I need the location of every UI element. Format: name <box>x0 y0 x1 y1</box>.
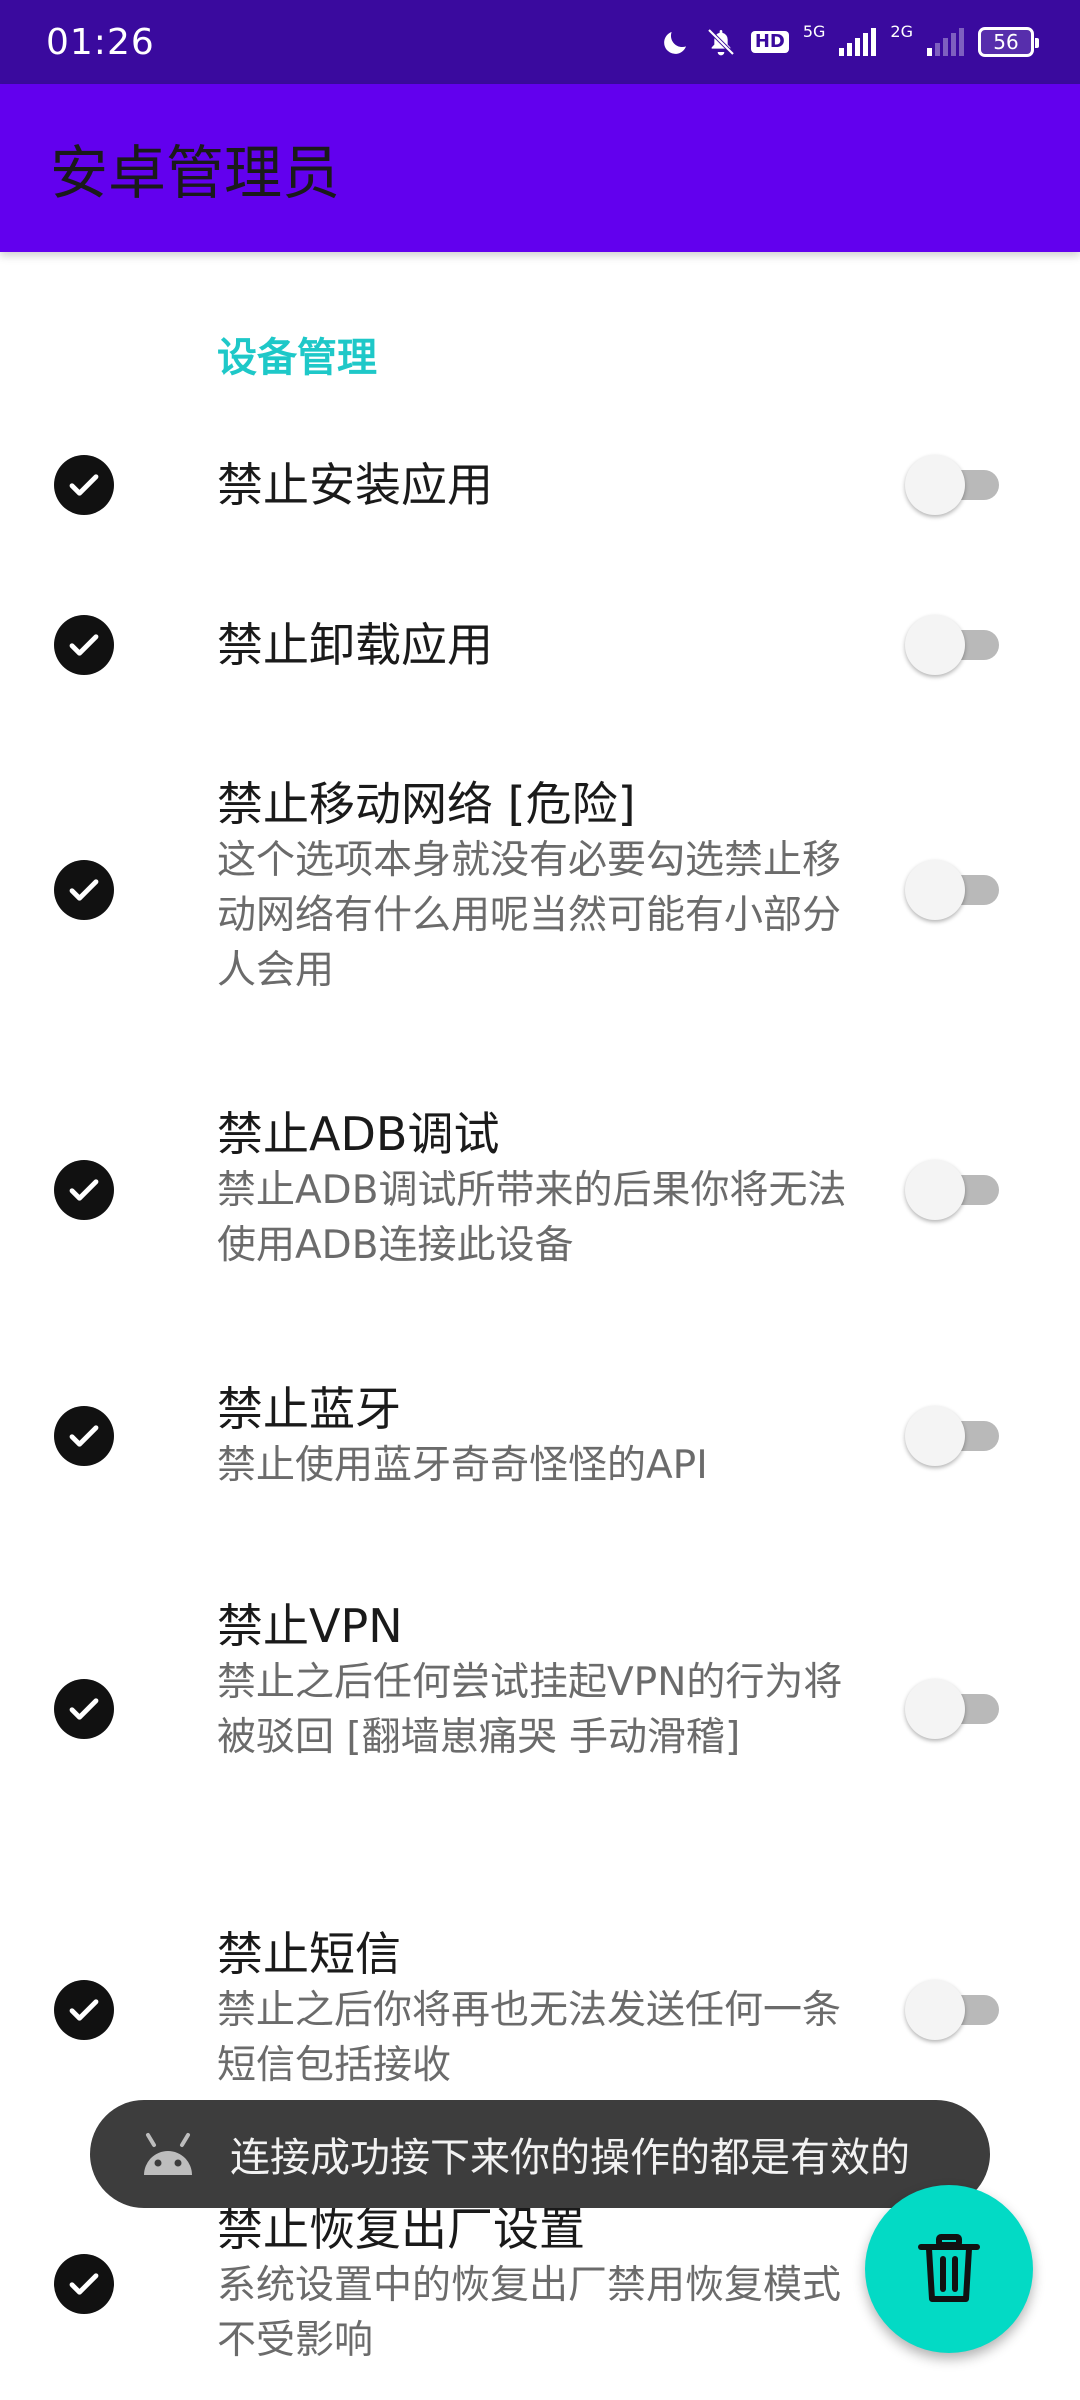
pref-row-vpn[interactable]: 禁止VPN 禁止之后任何尝试挂起VPN的行为将被驳回 [翻墙崽痛哭 手动滑稽] <box>0 1597 1080 1827</box>
pref-title: 禁止蓝牙 <box>217 1382 401 1436</box>
toggle-switch[interactable] <box>905 1978 999 2042</box>
pref-title: 禁止VPN <box>217 1599 403 1653</box>
pref-summary: 系统设置中的恢复出厂禁用恢复模式不受影响 <box>217 2263 842 2363</box>
checkmark-icon <box>54 1406 114 1466</box>
pref-summary: 禁止之后任何尝试挂起VPN的行为将被驳回 [翻墙崽痛哭 手动滑稽] <box>217 1660 843 1760</box>
pref-summary: 禁止ADB调试所带来的后果你将无法使用ADB连接此设备 <box>217 1168 847 1268</box>
pref-summary: 这个选项本身就没有必要勾选禁止移动网络有什么用呢当然可能有小部分人会用 <box>217 838 842 993</box>
toggle-switch[interactable] <box>905 613 999 677</box>
battery-icon: 56 <box>978 27 1039 57</box>
pref-row-sms[interactable]: 禁止短信 禁止之后你将再也无法发送任何一条短信包括接收 <box>0 1925 1080 2100</box>
checkmark-icon <box>54 615 114 675</box>
pref-row-mobile-network[interactable]: 禁止移动网络 [危险] 这个选项本身就没有必要勾选禁止移动网络有什么用呢当然可能… <box>0 775 1080 1005</box>
pref-row-uninstall[interactable]: 禁止卸载应用 <box>0 600 1080 690</box>
section-header: 设备管理 <box>217 335 377 381</box>
status-bar: 01:26 HD 5G 2G 56 <box>0 0 1080 84</box>
checkmark-icon <box>54 1679 114 1739</box>
delete-fab-button[interactable] <box>865 2185 1033 2353</box>
signal-strength-2-icon <box>927 28 964 56</box>
toggle-switch[interactable] <box>905 858 999 922</box>
toggle-switch[interactable] <box>905 1404 999 1468</box>
checkmark-icon <box>54 1980 114 2040</box>
status-icons: HD 5G 2G 56 <box>661 22 1039 58</box>
status-time: 01:26 <box>46 21 155 63</box>
toggle-switch[interactable] <box>905 453 999 517</box>
pref-row-bluetooth[interactable]: 禁止蓝牙 禁止使用蓝牙奇奇怪怪的API <box>0 1380 1080 1500</box>
checkmark-icon <box>54 860 114 920</box>
pref-summary: 禁止之后你将再也无法发送任何一条短信包括接收 <box>217 1988 842 2088</box>
checkmark-icon <box>54 455 114 515</box>
pref-title: 禁止短信 <box>217 1927 401 1981</box>
app-title: 安卓管理员 <box>50 139 341 207</box>
pref-title: 禁止ADB调试 <box>217 1107 500 1161</box>
app-bar: 安卓管理员 <box>0 84 1080 252</box>
hd-badge: HD <box>750 31 789 53</box>
signal-strength-icon <box>839 28 877 56</box>
toast-text: 连接成功接下来你的操作的都是有效的 <box>230 2135 910 2181</box>
pref-row-adb[interactable]: 禁止ADB调试 禁止ADB调试所带来的后果你将无法使用ADB连接此设备 <box>0 1105 1080 1280</box>
network-5g-label: 5G <box>802 22 826 41</box>
pref-title: 禁止移动网络 [危险] <box>217 777 636 831</box>
pref-title: 禁止安装应用 <box>217 458 493 512</box>
battery-level: 56 <box>993 30 1019 54</box>
pref-row-install[interactable]: 禁止安装应用 <box>0 440 1080 530</box>
pref-summary: 禁止使用蓝牙奇奇怪怪的API <box>217 1443 708 1488</box>
toggle-switch[interactable] <box>905 1677 999 1741</box>
trash-icon <box>918 2234 980 2302</box>
moon-icon <box>663 32 686 54</box>
checkmark-icon <box>54 2254 114 2314</box>
android-icon <box>144 2133 192 2175</box>
checkmark-icon <box>54 1160 114 1220</box>
toast-message: 连接成功接下来你的操作的都是有效的 <box>90 2100 990 2208</box>
pref-title: 禁止恢复出厂设置 <box>217 2202 585 2256</box>
bell-muted-icon <box>707 28 735 56</box>
pref-title: 禁止卸载应用 <box>217 618 493 672</box>
toggle-switch[interactable] <box>905 1158 999 1222</box>
network-2g-label: 2G <box>890 22 913 41</box>
